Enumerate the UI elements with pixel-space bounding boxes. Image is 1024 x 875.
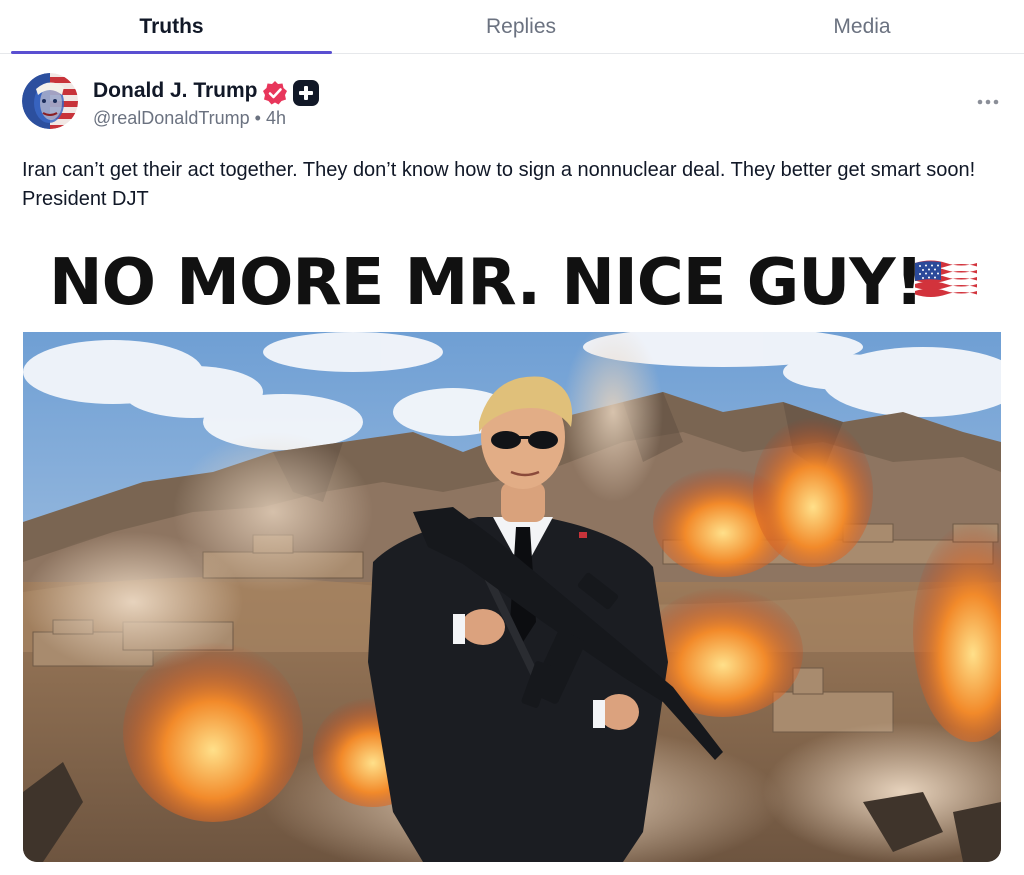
post-media-image[interactable]: NO MORE MR. NICE GUY! [23,232,1001,862]
plus-badge-icon [293,80,319,106]
us-flag-icon [913,257,979,303]
media-headline: NO MORE MR. NICE GUY! [49,246,924,320]
tab-truths[interactable]: Truths [11,0,332,54]
tab-replies-label: Replies [485,15,557,38]
active-tab-indicator [11,51,332,54]
avatar[interactable] [22,73,78,129]
illustration-scene [23,322,1001,862]
more-options-icon[interactable] [974,94,1002,110]
author-name[interactable]: Donald J. Trump [93,79,258,103]
verified-badge-icon [262,80,288,106]
tab-media[interactable]: Media [700,0,1024,54]
post-text: Iran can’t get their act together. They … [22,159,976,210]
tab-media-label: Media [833,15,891,38]
author-handle-timestamp[interactable]: @realDonaldTrump • 4h [93,108,286,129]
profile-tabs: Truths Replies Media [0,0,1024,54]
tab-replies[interactable]: Replies [351,0,691,54]
tab-truths-label: Truths [139,15,204,38]
media-headline-area: NO MORE MR. NICE GUY! [23,232,1001,332]
